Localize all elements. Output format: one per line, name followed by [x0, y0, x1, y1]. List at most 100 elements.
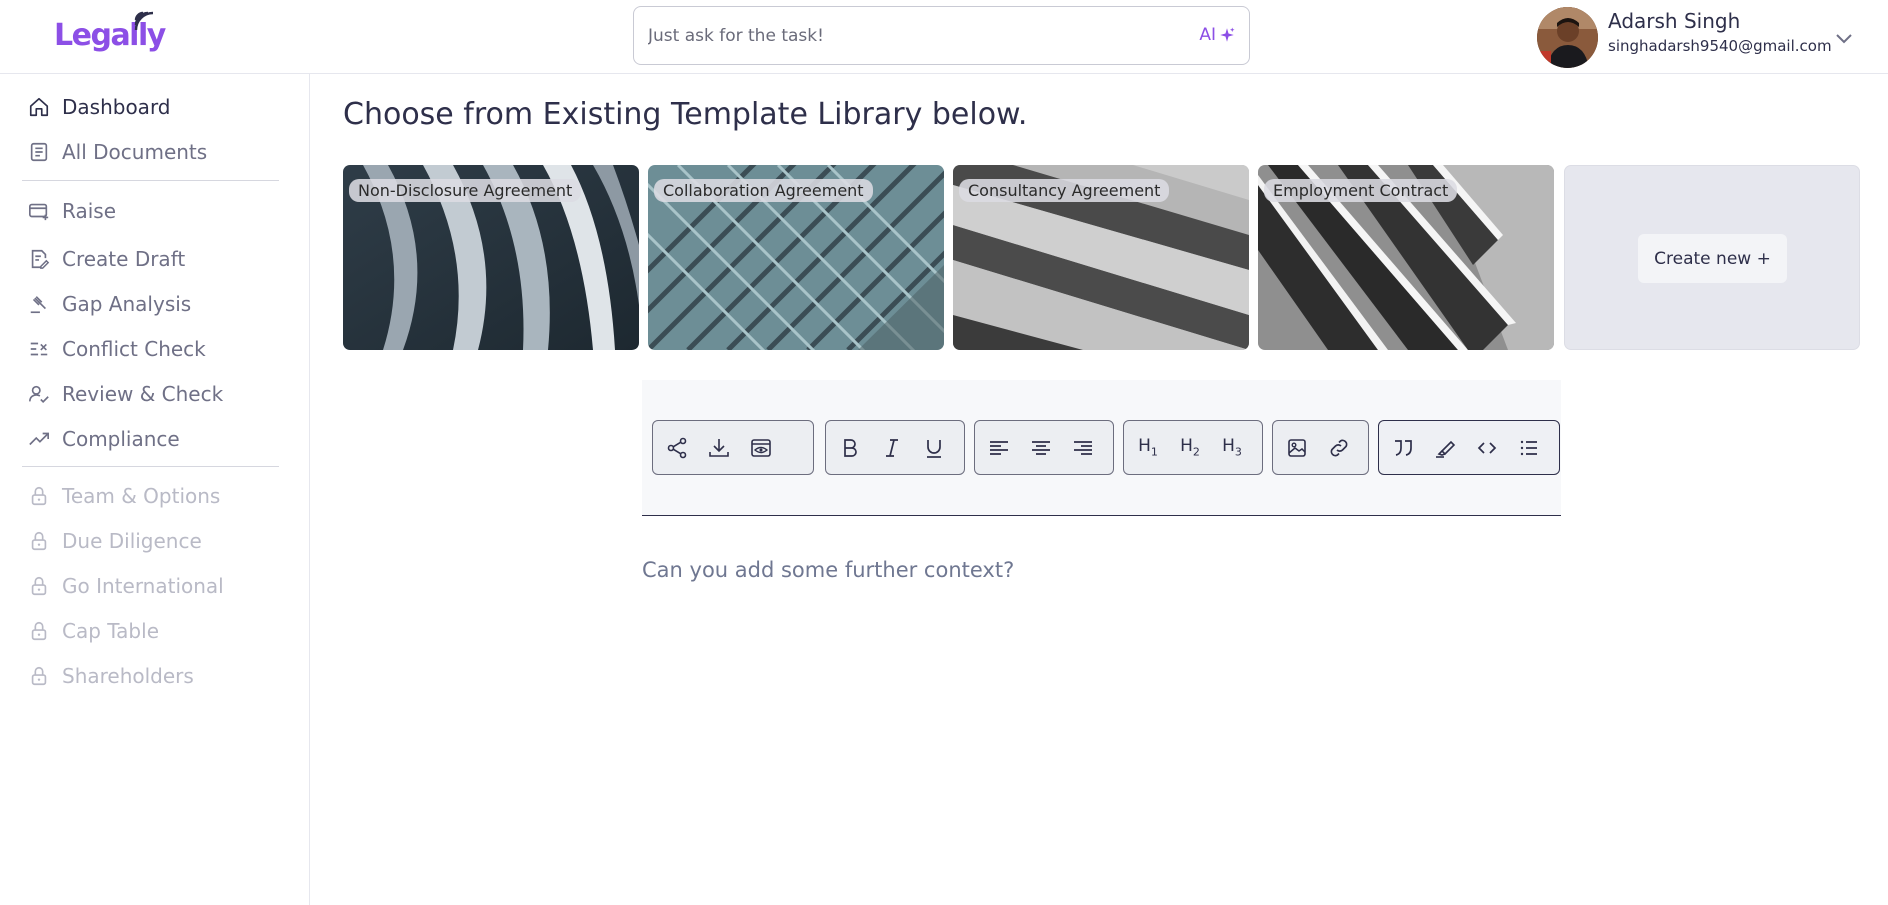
toolbar-group-align: [974, 420, 1114, 475]
lock-icon: [31, 621, 47, 641]
template-label: Collaboration Agreement: [654, 179, 873, 202]
create-new-card: Create new +: [1564, 165, 1860, 350]
highlight-button[interactable]: [1424, 427, 1466, 469]
bold-icon: [844, 438, 857, 457]
highlight-icon: [1436, 440, 1456, 458]
page-title: Choose from Existing Template Library be…: [343, 97, 1028, 132]
document-icon: [30, 142, 48, 162]
card-plus-icon: [29, 203, 49, 221]
sidebar-item-create-draft[interactable]: Create Draft: [28, 241, 185, 277]
heading-3-icon: H3: [1222, 436, 1242, 459]
heading-3-button[interactable]: H3: [1211, 427, 1253, 469]
sidebar-item-review-check[interactable]: Review & Check: [28, 376, 223, 412]
align-right-icon: [1074, 440, 1092, 455]
align-left-button[interactable]: [978, 427, 1020, 469]
user-check-icon: [29, 385, 49, 403]
editor-toolbar: H1 H2 H3: [642, 380, 1561, 516]
ai-search-box[interactable]: AI: [633, 6, 1250, 65]
sidebar-item-label: Create Draft: [62, 247, 186, 271]
align-right-button[interactable]: [1062, 427, 1104, 469]
code-button[interactable]: [1466, 427, 1508, 469]
sidebar-item-all-documents[interactable]: All Documents: [28, 134, 207, 170]
sidebar-item-label: Shareholders: [62, 664, 194, 688]
share-icon: [667, 437, 687, 458]
lock-icon: [31, 531, 47, 551]
chevron-down-icon[interactable]: [1832, 26, 1856, 50]
sidebar-item-team-options[interactable]: Team & Options: [28, 478, 220, 514]
heading-1-button[interactable]: H1: [1127, 427, 1169, 469]
context-input[interactable]: Can you add some further context?: [642, 558, 1014, 582]
preview-button[interactable]: [740, 427, 782, 469]
lock-icon: [31, 486, 47, 506]
bullet-list-button[interactable]: [1508, 427, 1550, 469]
italic-button[interactable]: [871, 427, 913, 469]
sidebar-item-shareholders[interactable]: Shareholders: [28, 658, 194, 694]
preview-icon: [751, 438, 771, 457]
align-center-icon: [1032, 440, 1050, 455]
underline-icon: [927, 439, 941, 458]
template-card-collaboration[interactable]: Collaboration Agreement: [648, 165, 944, 350]
template-label: Employment Contract: [1264, 179, 1458, 202]
download-button[interactable]: [698, 427, 740, 469]
signal-waves-icon: [134, 11, 154, 31]
gavel-icon: [30, 296, 47, 314]
avatar[interactable]: [1537, 7, 1598, 68]
user-email: singhadarsh9540@gmail.com: [1608, 37, 1832, 55]
code-icon: [1477, 441, 1497, 454]
sidebar-item-label: Due Diligence: [62, 529, 202, 553]
home-icon: [29, 97, 49, 117]
sidebar-item-label: Team & Options: [62, 484, 221, 508]
edit-document-icon: [31, 249, 50, 269]
toolbar-group-format: [825, 420, 965, 475]
heading-2-button[interactable]: H2: [1169, 427, 1211, 469]
sidebar-item-gap-analysis[interactable]: Gap Analysis: [28, 286, 191, 322]
ai-button[interactable]: AI: [1199, 25, 1236, 45]
sidebar-item-label: Go International: [62, 574, 224, 598]
sidebar: Dashboard All Documents Raise Create Dra…: [0, 74, 310, 905]
quote-button[interactable]: [1382, 427, 1424, 469]
sidebar-item-go-international[interactable]: Go International: [28, 568, 224, 604]
toolbar-group-blocks: [1378, 420, 1560, 475]
sidebar-item-compliance[interactable]: Compliance: [28, 421, 180, 457]
search-input[interactable]: [648, 7, 1168, 64]
sidebar-item-conflict-check[interactable]: Conflict Check: [28, 331, 206, 367]
sidebar-item-label: Gap Analysis: [62, 292, 192, 316]
insert-link-button[interactable]: [1318, 427, 1360, 469]
sidebar-divider: [22, 180, 279, 181]
sidebar-item-raise[interactable]: Raise: [28, 193, 116, 229]
sidebar-item-cap-table[interactable]: Cap Table: [28, 613, 159, 649]
underline-button[interactable]: [913, 427, 955, 469]
list-check-icon: [30, 342, 48, 356]
sidebar-item-dashboard[interactable]: Dashboard: [28, 89, 171, 125]
align-center-button[interactable]: [1020, 427, 1062, 469]
create-new-button[interactable]: Create new +: [1638, 234, 1787, 283]
bullet-list-icon: [1520, 440, 1537, 455]
sidebar-item-label: Compliance: [62, 427, 180, 451]
quote-icon: [1395, 439, 1412, 456]
toolbar-group-document: [652, 420, 814, 475]
logo[interactable]: Legally: [54, 11, 166, 58]
heading-2-icon: H2: [1180, 436, 1200, 459]
sidebar-item-label: Cap Table: [62, 619, 159, 643]
sparkle-icon: [1220, 27, 1235, 42]
heading-1-icon: H1: [1138, 436, 1158, 459]
template-card-employment[interactable]: Employment Contract: [1258, 165, 1554, 350]
sidebar-item-label: Dashboard: [62, 95, 171, 119]
lock-icon: [31, 666, 47, 686]
template-card-consultancy[interactable]: Consultancy Agreement: [953, 165, 1249, 350]
user-name: Adarsh Singh: [1608, 9, 1741, 33]
main-content: Choose from Existing Template Library be…: [311, 74, 1888, 905]
image-icon: [1288, 438, 1306, 457]
template-label: Consultancy Agreement: [959, 179, 1170, 202]
italic-icon: [886, 438, 898, 457]
bold-button[interactable]: [829, 427, 871, 469]
sidebar-item-due-diligence[interactable]: Due Diligence: [28, 523, 202, 559]
template-label: Non-Disclosure Agreement: [349, 179, 582, 202]
share-button[interactable]: [656, 427, 698, 469]
sidebar-item-label: All Documents: [62, 140, 208, 164]
toolbar-group-insert: [1272, 420, 1369, 475]
top-bar: Legally AI Adarsh Singh singhadarsh9540@…: [0, 0, 1888, 74]
insert-image-button[interactable]: [1276, 427, 1318, 469]
link-icon: [1330, 439, 1348, 456]
template-card-nda[interactable]: Non-Disclosure Agreement: [343, 165, 639, 350]
